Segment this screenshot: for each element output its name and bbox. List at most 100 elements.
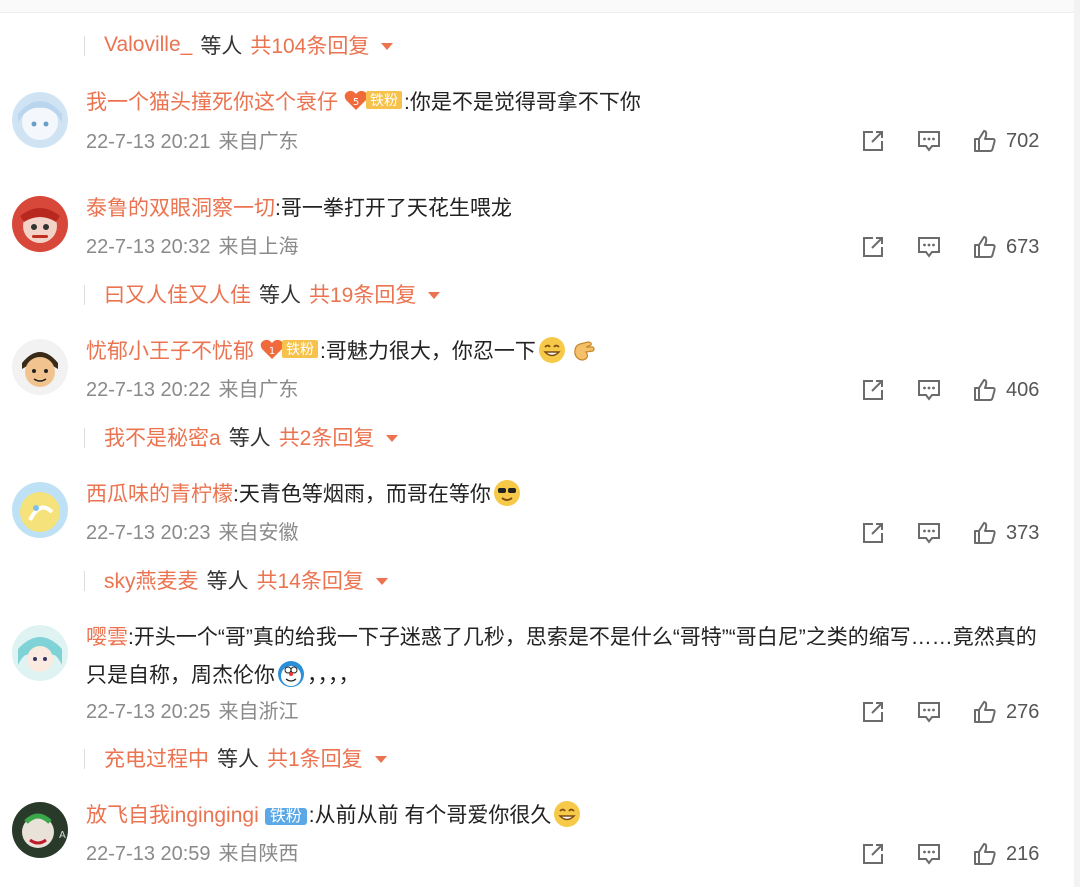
comment-body: :开头一个“哥”真的给我一下子迷惑了几秒，思索是不是什么“哥特”“哥白尼”之类的…: [86, 626, 1037, 687]
reply-username[interactable]: 我不是秘密a: [104, 422, 221, 452]
comment-username[interactable]: 放飞自我ingingingi: [86, 804, 259, 827]
like-count: 373: [1006, 521, 1040, 544]
svg-text:A: A: [59, 830, 66, 841]
comment-body-tail: ，，，，: [307, 664, 360, 687]
reply-count-link[interactable]: 共1条回复: [267, 743, 363, 773]
caret-down-icon[interactable]: [428, 291, 441, 299]
comment-icon[interactable]: [916, 699, 942, 725]
avatar[interactable]: [12, 625, 68, 681]
comment-actions: 406: [860, 375, 1044, 405]
reply-summary[interactable]: 我不是秘密a 等人 共2条回复: [83, 419, 399, 455]
caret-down-icon[interactable]: [375, 577, 388, 585]
like-button[interactable]: 406: [972, 377, 1044, 403]
like-count: 673: [1006, 235, 1040, 258]
reply-summary[interactable]: 充电过程中 等人 共1条回复: [84, 740, 387, 776]
fan-badge[interactable]: 1 铁粉: [260, 338, 318, 360]
comment-location: 来自广东: [218, 379, 299, 401]
like-count: 406: [1006, 378, 1040, 401]
reply-username[interactable]: 曰又人佳又人佳: [104, 279, 251, 309]
svg-text:1: 1: [269, 346, 275, 357]
like-count: 276: [1006, 700, 1040, 723]
comment-meta: 22-7-13 20:25 来自浙江: [86, 698, 299, 726]
thumbs-up-icon: [974, 130, 996, 152]
comment-location: 来自安徽: [218, 522, 299, 544]
caret-down-icon[interactable]: [386, 434, 399, 442]
like-button[interactable]: 276: [972, 699, 1044, 725]
reply-username[interactable]: 充电过程中: [104, 743, 209, 773]
comment-icon[interactable]: [916, 234, 942, 260]
comment-actions: 373: [860, 518, 1044, 548]
comment-username[interactable]: 嘤雲: [86, 626, 128, 649]
reply-username[interactable]: Valoville_: [104, 33, 192, 57]
share-icon[interactable]: [860, 841, 886, 867]
caret-down-icon[interactable]: [374, 755, 387, 763]
avatar[interactable]: A: [12, 802, 68, 858]
fan-badge-label: 铁粉: [282, 340, 318, 358]
fan-badge[interactable]: 5 铁粉: [344, 89, 402, 111]
comment-location: 来自浙江: [218, 701, 299, 723]
heart-icon: 1: [260, 339, 284, 359]
reply-count-link[interactable]: 共19条回复: [309, 279, 416, 309]
share-icon[interactable]: [860, 377, 886, 403]
like-button[interactable]: 373: [972, 520, 1044, 546]
comment-actions: 276: [860, 697, 1044, 727]
avatar[interactable]: [12, 92, 68, 148]
comment-time: 22-7-13 20:23: [86, 522, 211, 544]
comment-icon[interactable]: [916, 520, 942, 546]
caret-down-icon[interactable]: [381, 42, 394, 50]
comment-actions: 702: [860, 126, 1044, 156]
thumbs-up-icon: [974, 522, 996, 544]
grin-emoji-icon: [553, 800, 581, 828]
share-icon[interactable]: [860, 520, 886, 546]
avatar[interactable]: [12, 196, 68, 252]
comment-text: 放飞自我ingingingi 铁粉:从前从前 有个哥爱你很久: [86, 797, 1046, 835]
reply-others-label: 等人: [206, 570, 249, 593]
reply-count-link[interactable]: 共14条回复: [257, 565, 364, 595]
thumbs-up-icon: [974, 843, 996, 865]
reply-summary[interactable]: sky燕麦麦 等人 共14条回复: [84, 562, 388, 598]
sunglasses-emoji-icon: [493, 479, 521, 507]
comment-text: 西瓜味的青柠檬:天青色等烟雨，而哥在等你: [86, 476, 1046, 514]
clap-hand-icon: [570, 336, 598, 364]
comment-meta: 22-7-13 20:32 来自上海: [86, 233, 299, 261]
comment-icon[interactable]: [916, 377, 942, 403]
comment-actions: 216: [860, 839, 1044, 869]
comment-icon[interactable]: [916, 841, 942, 867]
reply-summary[interactable]: Valoville_ 等人 共104条回复: [83, 27, 394, 63]
avatar[interactable]: [12, 482, 68, 538]
comment-location: 来自广东: [218, 131, 299, 153]
share-icon[interactable]: [860, 128, 886, 154]
comment-meta: 22-7-13 20:23 来自安徽: [86, 519, 299, 547]
avatar[interactable]: [12, 339, 68, 395]
comment-text: 我一个猫头撞死你这个衰仔 5 铁粉:你是不是觉得哥拿不下你: [86, 84, 1046, 122]
thumbs-up-icon: [974, 379, 996, 401]
reply-count-link[interactable]: 共104条回复: [250, 30, 369, 60]
fan-badge[interactable]: 铁粉: [264, 808, 307, 825]
reply-username[interactable]: sky燕麦麦: [104, 565, 199, 595]
comment-icon[interactable]: [916, 128, 942, 154]
comment-username[interactable]: 西瓜味的青柠檬: [86, 483, 233, 506]
comment-actions: 673: [860, 232, 1044, 262]
comment-text: 嘤雲:开头一个“哥”真的给我一下子迷惑了几秒，思索是不是什么“哥特”“哥白尼”之…: [86, 619, 1046, 695]
like-button[interactable]: 702: [972, 128, 1044, 154]
scroll-edge: [1074, 0, 1080, 887]
comment-meta: 22-7-13 20:21 来自广东: [86, 128, 299, 156]
like-button[interactable]: 216: [972, 841, 1044, 867]
comment-meta: 22-7-13 20:59 来自陕西: [86, 840, 299, 868]
reply-summary[interactable]: 曰又人佳又人佳 等人 共19条回复: [83, 276, 441, 312]
comment-location: 来自上海: [218, 236, 299, 258]
share-icon[interactable]: [860, 234, 886, 260]
comment-username[interactable]: 忧郁小王子不忧郁: [86, 340, 254, 363]
comment-username[interactable]: 我一个猫头撞死你这个衰仔: [86, 91, 338, 114]
comment-meta: 22-7-13 20:22 来自广东: [86, 376, 299, 404]
comment-username[interactable]: 泰鲁的双眼洞察一切: [86, 197, 275, 220]
comment-text: 忧郁小王子不忧郁 1 铁粉:哥魅力很大，你忍一下: [86, 333, 1046, 371]
comment-time: 22-7-13 20:21: [86, 131, 211, 153]
comment-time: 22-7-13 20:25: [86, 701, 211, 723]
fan-badge-label: 铁粉: [366, 91, 402, 109]
reply-count-link[interactable]: 共2条回复: [279, 422, 375, 452]
like-button[interactable]: 673: [972, 234, 1044, 260]
comment-body: :哥魅力很大，你忍一下: [320, 340, 536, 363]
heart-icon: 5: [344, 90, 368, 110]
share-icon[interactable]: [860, 699, 886, 725]
